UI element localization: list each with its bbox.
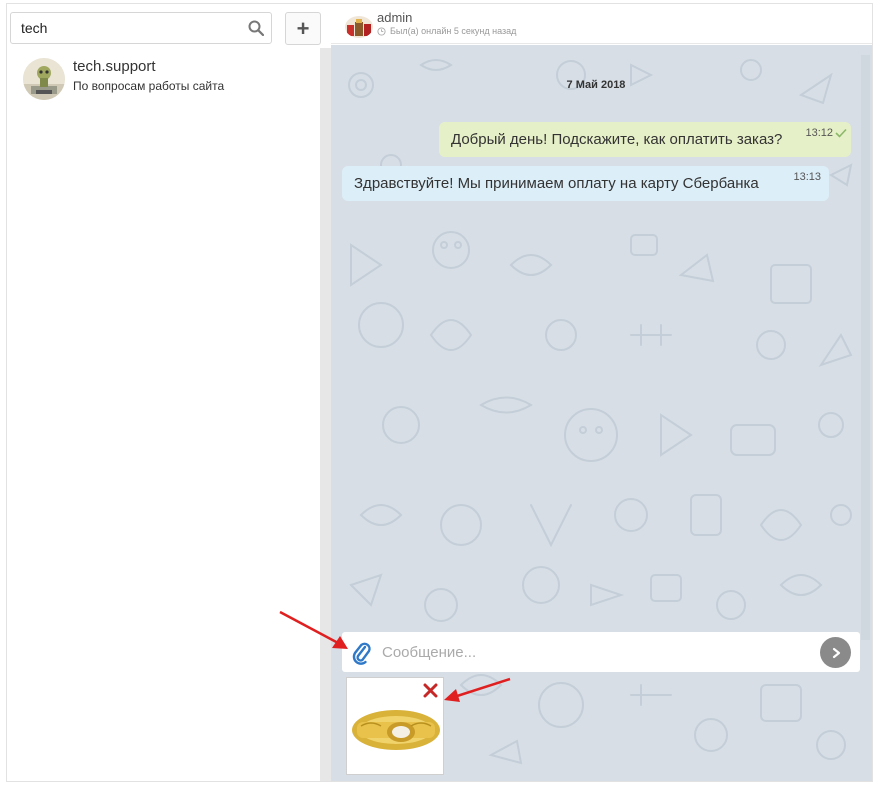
search-box <box>10 12 272 44</box>
contact-avatar <box>23 58 65 100</box>
message-text: Добрый день! Подскажите, как оплатить за… <box>451 131 783 148</box>
date-separator: 7 Май 2018 <box>566 79 626 91</box>
search-input[interactable] <box>21 13 241 43</box>
contact-description: По вопросам работы сайта <box>73 79 225 93</box>
message-time: 13:12 <box>805 127 833 139</box>
message-composer <box>342 632 860 672</box>
add-contact-button[interactable]: + <box>285 12 321 45</box>
chat-status: Был(а) онлайн 5 секунд назад <box>377 26 516 36</box>
message-input[interactable] <box>382 638 812 666</box>
paperclip-icon[interactable] <box>352 641 372 665</box>
message-text: Здравствуйте! Мы принимаем оплату на кар… <box>354 175 759 192</box>
contact-list-item[interactable]: tech.support По вопросам работы сайта <box>7 54 321 102</box>
check-icon <box>835 128 847 138</box>
chat-avatar <box>345 16 373 38</box>
send-button[interactable] <box>820 637 851 668</box>
outgoing-message: Добрый день! Подскажите, как оплатить за… <box>439 122 851 157</box>
messenger-window: + tech.support По вопросам работы сайта <box>6 3 873 782</box>
chat-contact-name: admin <box>377 10 413 25</box>
last-seen-text: Был(а) онлайн 5 секунд назад <box>390 26 517 36</box>
attachment-thumbnail <box>352 710 440 750</box>
remove-x-icon[interactable] <box>423 683 438 698</box>
chat-panel: admin Был(а) онлайн 5 секунд назад 7 Май… <box>331 4 872 781</box>
attachment-preview <box>346 677 444 775</box>
contacts-scrollbar[interactable] <box>320 48 331 781</box>
chat-scrollbar[interactable] <box>861 55 870 640</box>
send-arrow-icon <box>832 647 840 658</box>
contact-name: tech.support <box>73 58 156 75</box>
contacts-panel: + tech.support По вопросам работы сайта <box>7 4 331 781</box>
message-area: 7 Май 2018 Добрый день! Подскажите, как … <box>331 45 872 781</box>
message-time: 13:13 <box>793 171 821 183</box>
incoming-message: Здравствуйте! Мы принимаем оплату на кар… <box>342 166 829 201</box>
clock-icon <box>377 26 386 36</box>
search-icon[interactable] <box>248 20 264 36</box>
chat-header: admin Был(а) онлайн 5 секунд назад <box>331 4 872 44</box>
plus-icon: + <box>296 15 310 41</box>
